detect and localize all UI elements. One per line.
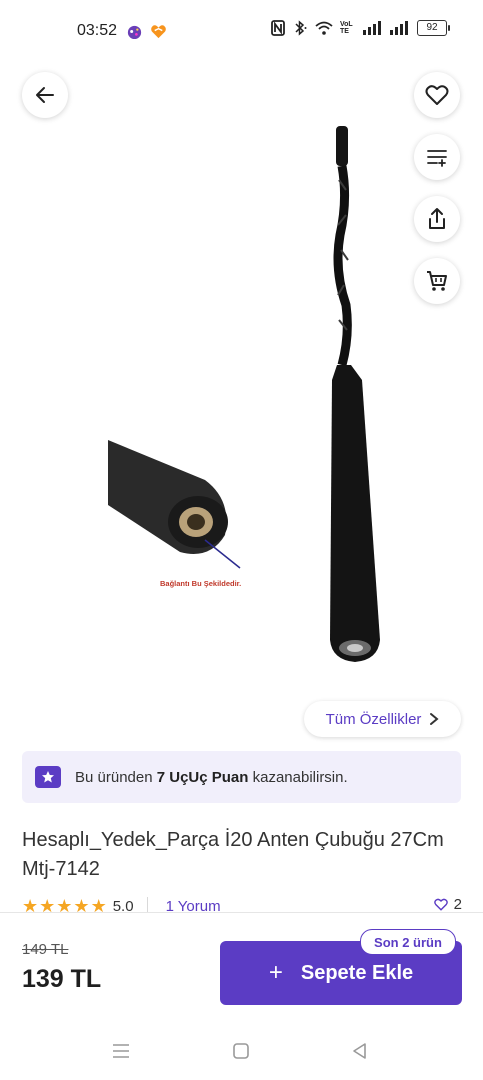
connector-closeup: Bağlantı Bu Şekildedir. (108, 440, 241, 588)
status-icons: VoLTE 92 (271, 20, 450, 36)
cart-button[interactable] (414, 258, 460, 304)
heart-icon (425, 85, 449, 105)
battery-icon: 92 (417, 20, 450, 36)
arrow-left-icon (36, 87, 54, 103)
triangle-back-icon (353, 1043, 366, 1059)
points-highlight: 7 UçUç Puan (156, 768, 249, 786)
new-price: 139 TL (22, 965, 102, 993)
points-banner: Bu üründen 7 UçUç Puan kazanabilirsin. (22, 751, 461, 803)
product-title: Hesaplı_Yedek_Parça İ20 Anten Çubuğu 27C… (22, 829, 444, 880)
nfc-icon (271, 20, 285, 36)
back-nav-button[interactable] (349, 1040, 371, 1062)
volte-label: VoLTE (340, 21, 353, 35)
points-prefix: Bu üründen (75, 768, 157, 786)
plus-icon: + (268, 959, 283, 986)
signal-icon (363, 21, 381, 35)
status-bar: 03:52 VoLTE 92 (0, 0, 483, 62)
add-to-cart-label: Sepete Ekle (300, 961, 414, 984)
signal-icon (390, 21, 408, 35)
system-nav-bar (0, 1020, 483, 1080)
stock-badge: Son 2 ürün (360, 929, 456, 955)
menu-icon (113, 1044, 129, 1058)
app-heart-icon (151, 25, 166, 39)
points-suffix: kazanabilirsin. (248, 768, 348, 786)
heart-outline-icon (433, 898, 448, 911)
star-badge-icon (35, 766, 61, 788)
back-button[interactable] (22, 72, 68, 118)
cart-icon (427, 271, 447, 291)
compare-button[interactable] (414, 134, 460, 180)
chevron-right-icon (430, 713, 439, 725)
antenna-rod (330, 126, 380, 662)
inset-caption: Bağlantı Bu Şekildedir. (160, 579, 241, 588)
bottom-bar: 149 TL 139 TL + Sepete Ekle Son 2 ürün (0, 912, 483, 1021)
menu-nav-button[interactable] (110, 1040, 132, 1062)
wifi-icon (315, 21, 333, 35)
favorite-button[interactable] (414, 72, 460, 118)
favorite-count-value: 2 (453, 896, 462, 913)
share-icon (429, 208, 445, 229)
square-icon (233, 1043, 249, 1059)
all-features-label: Tüm Özellikler (325, 710, 422, 728)
favorite-count: 2 (433, 896, 462, 913)
home-nav-button[interactable] (230, 1040, 252, 1062)
bluetooth-icon (295, 20, 307, 36)
points-text: Bu üründen 7 UçUç Puan kazanabilirsin. (75, 769, 348, 786)
share-button[interactable] (414, 196, 460, 242)
all-features-button[interactable]: Tüm Özellikler (304, 701, 461, 737)
product-image[interactable]: Bağlantı Bu Şekildedir. (0, 60, 483, 700)
game-icon (127, 25, 142, 40)
old-price: 149 TL (22, 941, 69, 958)
list-add-icon (427, 150, 447, 167)
status-time: 03:52 (77, 22, 118, 39)
